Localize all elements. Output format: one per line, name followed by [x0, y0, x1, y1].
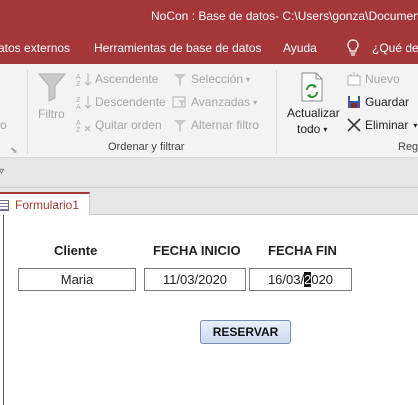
document-tab-row: Formulario1	[0, 188, 418, 216]
refresh-all-button[interactable]: Actualizar todo ▾	[284, 70, 342, 142]
save-icon	[348, 96, 360, 108]
sort-descending-icon: ZA	[76, 96, 92, 110]
refresh-icon	[301, 72, 323, 102]
selection-button[interactable]: Selección ▾	[172, 71, 250, 87]
header-fecha-fin: FECHA FIN	[268, 243, 337, 258]
sort-ascending-label: Ascendente	[95, 72, 159, 86]
end-date-text-after: 020	[311, 272, 334, 287]
form-left-border	[3, 215, 4, 405]
advanced-button[interactable]: Avanzadas ▾	[172, 94, 257, 110]
dropdown-arrow-icon: ▾	[413, 120, 418, 130]
toggle-filter-label: Alternar filtro	[191, 118, 260, 132]
delete-button[interactable]: Eliminar ▾	[346, 117, 417, 133]
svg-text:A: A	[76, 74, 81, 81]
title-bar: NoCon : Base de datos- C:\Users\gonza\Do…	[0, 0, 418, 32]
menu-herramientas[interactable]: Herramientas de base de datos	[94, 41, 261, 55]
filter-label: Filtro	[38, 107, 65, 121]
delete-x-icon	[347, 118, 361, 132]
end-date-text-before: 16/03/	[267, 272, 305, 287]
menu-ayuda[interactable]: Ayuda	[283, 41, 317, 55]
form-icon	[0, 200, 9, 211]
end-date-field[interactable]: 16/03/2 020	[249, 268, 352, 291]
reserve-button[interactable]: RESERVAR	[200, 320, 291, 344]
svg-text:A: A	[76, 104, 81, 110]
advanced-filter-icon	[172, 96, 186, 108]
sort-ascending-icon: AZ	[76, 73, 92, 87]
ribbon-collapsed-strip: ▿	[0, 158, 418, 188]
svg-text:Z: Z	[76, 97, 81, 104]
clear-sort-label: Quitar orden	[95, 118, 162, 132]
selection-filter-icon	[174, 74, 186, 86]
toggle-filter-icon	[174, 120, 186, 132]
dropdown-arrow-icon: ▾	[253, 97, 258, 107]
advanced-label: Avanzadas	[191, 95, 251, 109]
tab-label: Formulario1	[15, 197, 80, 212]
tell-me-search[interactable]: ¿Qué des	[372, 41, 418, 55]
sort-descending-label: Descendente	[95, 95, 166, 109]
funnel-icon	[38, 73, 66, 102]
tab-formulario1[interactable]: Formulario1	[0, 192, 90, 216]
sort-descending-button[interactable]: ZA Descendente	[76, 94, 166, 110]
new-record-button[interactable]: Nuevo	[346, 71, 400, 87]
text-cursor-selection: 2	[304, 272, 312, 287]
dialog-launcher-icon[interactable]: ⬊	[10, 145, 18, 156]
partial-left-label: o	[0, 118, 7, 132]
menu-datos-externos[interactable]: atos externos	[0, 41, 70, 55]
toggle-filter-button[interactable]: Alternar filtro	[172, 117, 259, 133]
group-label-sort-filter: Ordenar y filtrar	[108, 141, 185, 153]
ribbon-separator	[27, 70, 28, 154]
refresh-label-line2: todo ▾	[297, 122, 328, 136]
lightbulb-icon[interactable]	[346, 39, 360, 57]
group-label-records: Reg	[398, 141, 418, 153]
ribbon-separator	[276, 70, 277, 154]
svg-text:Z: Z	[76, 81, 81, 87]
new-record-label: Nuevo	[365, 72, 400, 86]
client-field[interactable]: Maria	[18, 268, 136, 291]
save-label: Guardar	[365, 95, 410, 109]
sort-ascending-button[interactable]: AZ Ascendente	[76, 71, 158, 87]
filter-button[interactable]: Filtro	[34, 70, 70, 130]
ribbon: o ⬊ Filtro AZ Ascendente ZA Descendente …	[0, 64, 418, 158]
save-button[interactable]: Guardar	[346, 94, 409, 110]
clear-sort-icon: AZ	[76, 120, 91, 133]
start-date-field[interactable]: 11/03/2020	[144, 268, 246, 291]
svg-text:A: A	[76, 120, 81, 127]
delete-label: Eliminar	[365, 118, 409, 132]
new-record-icon	[347, 72, 361, 86]
window-title: NoCon : Base de datos- C:\Users\gonza\Do…	[151, 9, 418, 23]
selection-label: Selección	[191, 72, 244, 86]
shutter-chevron-icon[interactable]: ▿	[0, 166, 4, 177]
refresh-label-line1: Actualizar	[287, 106, 340, 120]
menu-bar: atos externos Herramientas de base de da…	[0, 32, 418, 64]
header-cliente: Cliente	[54, 243, 98, 258]
dropdown-arrow-icon: ▾	[246, 74, 251, 84]
svg-text:Z: Z	[76, 127, 81, 133]
clear-sort-button[interactable]: AZ Quitar orden	[76, 117, 162, 133]
header-fecha-inicio: FECHA INICIO	[153, 243, 241, 258]
dropdown-arrow-icon: ▾	[323, 124, 328, 134]
